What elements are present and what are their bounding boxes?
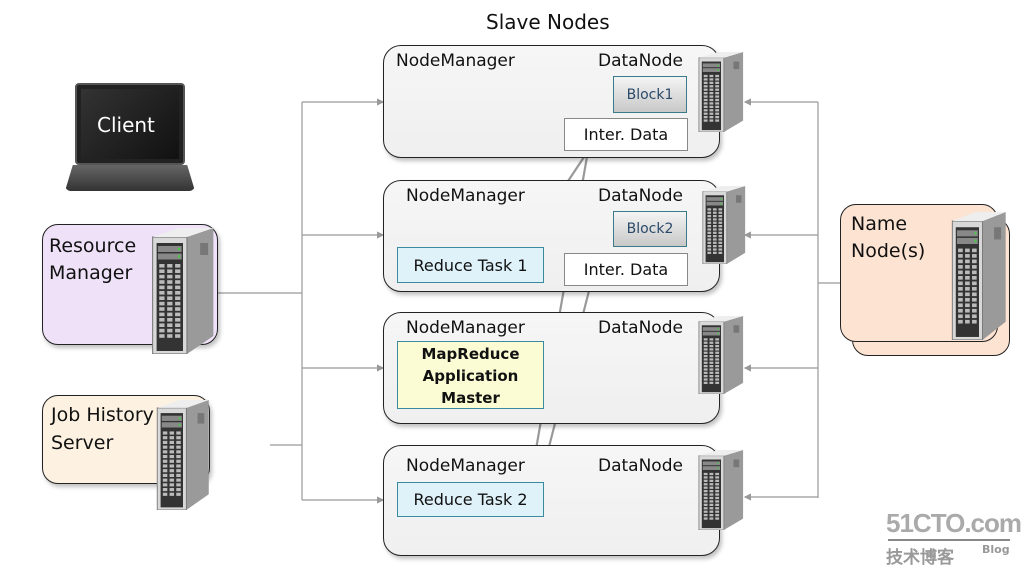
slave-node-1: NodeManager DataNode Block1 Inter. Data xyxy=(383,45,720,158)
mapreduce-application-master: MapReduce Application Master xyxy=(397,341,544,409)
block-1: Block1 xyxy=(613,76,687,113)
server-icon xyxy=(152,228,214,354)
server-icon xyxy=(698,52,744,132)
slave-node-2: NodeManager DataNode Block2 Inter. Data … xyxy=(383,180,720,292)
job-history-label-2: Server xyxy=(51,432,114,454)
reduce-task-2: Reduce Task 2 xyxy=(397,482,544,517)
node-manager-label: NodeManager xyxy=(406,318,525,338)
data-node-label: DataNode xyxy=(598,318,683,338)
node-manager-label: NodeManager xyxy=(396,51,515,71)
slave-nodes-title: Slave Nodes xyxy=(486,10,610,34)
right-bus xyxy=(743,98,842,501)
block-2: Block2 xyxy=(613,211,687,247)
data-node-label: DataNode xyxy=(598,186,683,206)
resource-manager-label: Resource xyxy=(49,235,137,257)
client-laptop: Client xyxy=(65,83,195,193)
node-manager-label: NodeManager xyxy=(406,456,525,476)
watermark-blog: Blog xyxy=(982,543,1010,556)
data-node-label: DataNode xyxy=(598,51,683,71)
job-history-label: Job History xyxy=(51,404,154,426)
app-master-line-1: MapReduce xyxy=(421,345,520,363)
watermark-main: 51CTO.com xyxy=(886,508,1022,538)
node-manager-label: NodeManager xyxy=(406,186,525,206)
yarn-architecture-diagram: Slave Nodes Client Resource Manager Job … xyxy=(0,0,1030,584)
app-master-line-3: Master xyxy=(441,389,500,407)
slave-node-4: NodeManager DataNode Reduce Task 2 xyxy=(383,445,720,556)
app-master-line-2: Application xyxy=(422,367,519,385)
inter-data-1: Inter. Data xyxy=(564,118,688,151)
reduce-task-1: Reduce Task 1 xyxy=(397,247,544,283)
name-node-label: Name xyxy=(851,213,908,235)
watermark-sub: 技术博客 xyxy=(886,548,954,568)
resource-manager-label-2: Manager xyxy=(49,262,133,284)
data-node-label: DataNode xyxy=(598,456,683,476)
server-icon xyxy=(156,400,209,510)
slave-node-3: NodeManager DataNode MapReduce Applicati… xyxy=(383,312,720,424)
inter-data-2: Inter. Data xyxy=(564,253,688,286)
client-label: Client xyxy=(97,113,155,137)
left-bus xyxy=(218,98,385,504)
server-icon xyxy=(698,450,744,530)
server-icon xyxy=(698,316,744,394)
server-icon xyxy=(702,186,746,264)
name-node-label-2: Node(s) xyxy=(851,240,926,262)
watermark-logo: 51CTO.com 技术博客 Blog xyxy=(886,508,1022,578)
server-icon xyxy=(951,212,1006,340)
